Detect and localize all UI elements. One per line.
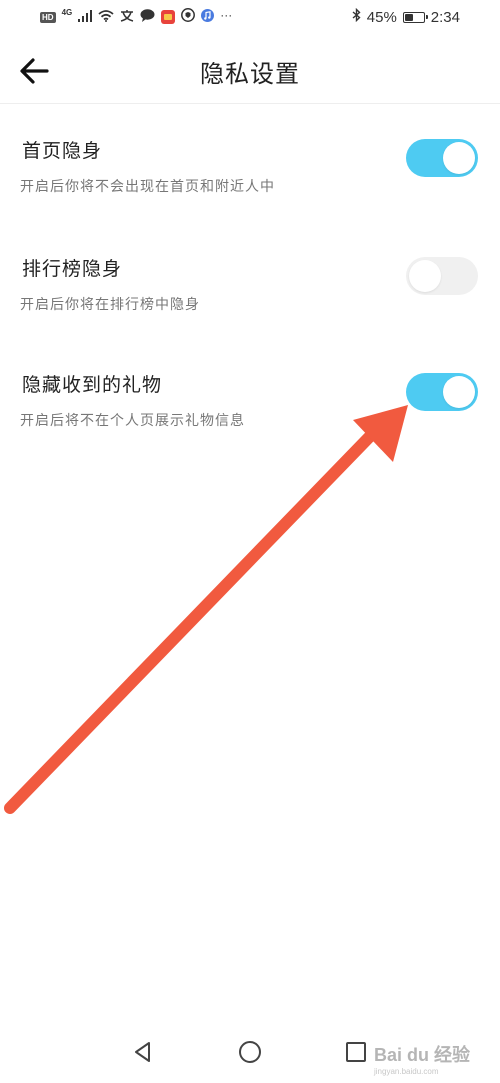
setting-description: 开启后你将在排行榜中隐身 bbox=[20, 297, 200, 313]
setting-description: 开启后将不在个人页展示礼物信息 bbox=[20, 413, 245, 429]
status-bar-left: HD 4G ··· bbox=[40, 8, 232, 26]
toggle-knob bbox=[409, 260, 441, 292]
recents-square-icon bbox=[346, 1042, 366, 1062]
baidu-jingyan-watermark: Bai du 经验 jingyan.baidu.com bbox=[374, 1041, 492, 1077]
nav-recents-button[interactable] bbox=[339, 1035, 373, 1069]
status-bar: HD 4G ··· 45% 2:34 bbox=[0, 0, 500, 38]
battery-level-fill bbox=[404, 13, 413, 21]
hd-indicator: HD bbox=[40, 11, 56, 23]
more-notifications-indicator: ··· bbox=[220, 8, 233, 22]
translate-icon bbox=[120, 9, 134, 26]
watermark-logo-text: Bai du 经验 bbox=[374, 1045, 471, 1065]
chat-bubble-icon bbox=[140, 8, 155, 26]
status-bar-right: 45% 2:34 bbox=[352, 7, 460, 26]
watermark-subtext: jingyan.baidu.com bbox=[374, 1067, 439, 1076]
setting-hide-received-gifts: 隐藏收到的礼物 开启后将不在个人页展示礼物信息 bbox=[0, 370, 500, 488]
toggle-knob bbox=[443, 142, 475, 174]
wifi-icon bbox=[98, 9, 114, 26]
setting-title: 首页隐身 bbox=[22, 140, 103, 162]
app-header: 隐私设置 bbox=[0, 38, 500, 104]
toggle-knob bbox=[443, 376, 475, 408]
music-icon bbox=[201, 8, 215, 26]
homepage-invisible-toggle[interactable] bbox=[406, 139, 478, 177]
network-type: 4G bbox=[61, 7, 73, 17]
leaderboard-invisible-toggle[interactable] bbox=[406, 257, 478, 295]
back-triangle-icon bbox=[135, 1042, 150, 1062]
battery-icon bbox=[402, 11, 428, 23]
nav-home-button[interactable] bbox=[233, 1035, 267, 1069]
nav-back-button[interactable] bbox=[126, 1035, 160, 1069]
setting-title: 隐藏收到的礼物 bbox=[22, 374, 163, 396]
shield-app-icon bbox=[181, 8, 196, 26]
setting-homepage-invisible: 首页隐身 开启后你将不会出现在首页和附近人中 bbox=[0, 136, 500, 254]
page-title: 隐私设置 bbox=[200, 60, 300, 88]
clock-time: 2:34 bbox=[430, 8, 460, 26]
setting-description: 开启后你将不会出现在首页和附近人中 bbox=[20, 179, 275, 195]
app-notification-icon bbox=[161, 10, 176, 24]
bluetooth-icon bbox=[352, 7, 361, 26]
home-circle-icon bbox=[239, 1041, 261, 1063]
battery-percent: 45% bbox=[366, 8, 397, 26]
setting-title: 排行榜隐身 bbox=[22, 258, 123, 280]
setting-leaderboard-invisible: 排行榜隐身 开启后你将在排行榜中隐身 bbox=[0, 254, 500, 372]
hide-received-gifts-toggle[interactable] bbox=[406, 373, 478, 411]
signal-icon bbox=[78, 9, 93, 26]
